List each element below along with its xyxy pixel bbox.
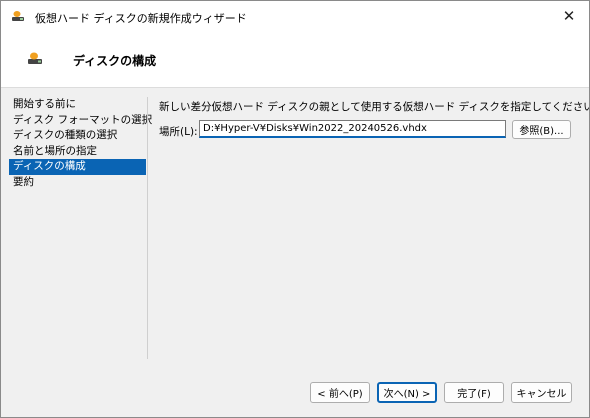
finish-button[interactable]: 完了(F) xyxy=(444,382,504,403)
close-icon[interactable]: ✕ xyxy=(549,1,589,31)
nav-item-choose-disk-type[interactable]: ディスクの種類の選択 xyxy=(9,128,146,144)
nav-item-choose-disk-format[interactable]: ディスク フォーマットの選択 xyxy=(9,113,152,129)
location-input[interactable]: D:¥Hyper-V¥Disks¥Win2022_20240526.vhdx xyxy=(199,120,506,138)
window-title: 仮想ハード ディスクの新規作成ウィザード xyxy=(35,12,247,25)
next-button[interactable]: 次へ(N) > xyxy=(377,382,437,403)
wizard-window: 仮想ハード ディスクの新規作成ウィザード ✕ ディスクの構成 開始する前に ディ… xyxy=(0,0,590,418)
wizard-button-bar: < 前へ(P) 次へ(N) > 完了(F) キャンセル xyxy=(1,377,589,407)
cancel-button[interactable]: キャンセル xyxy=(511,382,572,403)
nav-divider xyxy=(147,97,148,359)
instruction-text: 新しい差分仮想ハード ディスクの親として使用する仮想ハード ディスクを指定してく… xyxy=(159,101,590,113)
virtual-disk-icon xyxy=(27,51,43,65)
nav-item-before-you-begin[interactable]: 開始する前に xyxy=(9,97,146,113)
wizard-steps-nav: 開始する前に ディスク フォーマットの選択 ディスクの種類の選択 名前と場所の指… xyxy=(9,97,152,359)
virtual-disk-icon xyxy=(11,10,25,22)
page-header: ディスクの構成 xyxy=(1,31,589,88)
page-title: ディスクの構成 xyxy=(73,54,157,68)
location-label: 場所(L): xyxy=(159,126,198,138)
nav-item-specify-name-location[interactable]: 名前と場所の指定 xyxy=(9,144,146,160)
title-bar: 仮想ハード ディスクの新規作成ウィザード ✕ xyxy=(1,1,589,31)
back-button[interactable]: < 前へ(P) xyxy=(310,382,370,403)
nav-item-configure-disk[interactable]: ディスクの構成 xyxy=(9,159,146,175)
browse-button[interactable]: 参照(B)... xyxy=(512,120,571,139)
nav-item-summary[interactable]: 要約 xyxy=(9,175,146,191)
